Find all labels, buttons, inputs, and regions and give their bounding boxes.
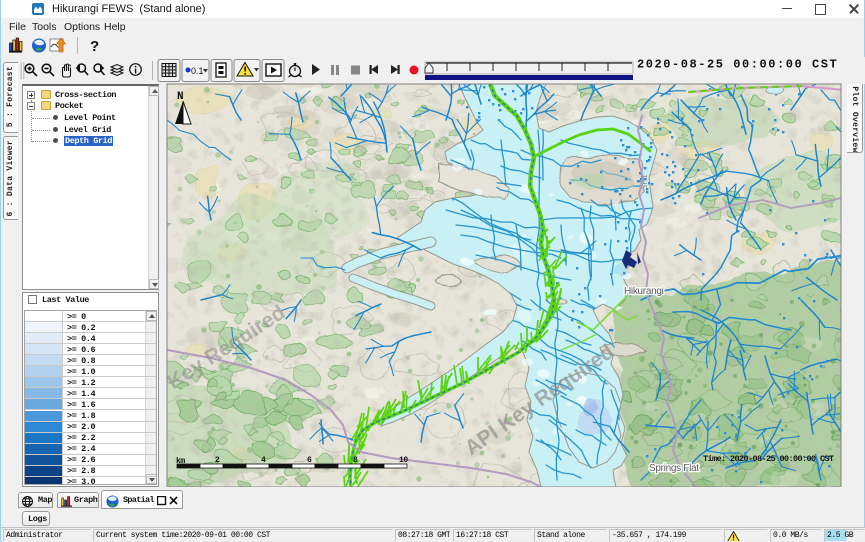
svg-text:Hikurangi: Hikurangi <box>624 286 664 297</box>
svg-text:Time: 2020-08-25 00:00:00 CST: Time: 2020-08-25 00:00:00 CST <box>703 454 834 464</box>
svg-text:SH1: SH1 <box>640 174 649 190</box>
svg-text:Springs Flat: Springs Flat <box>649 463 699 474</box>
